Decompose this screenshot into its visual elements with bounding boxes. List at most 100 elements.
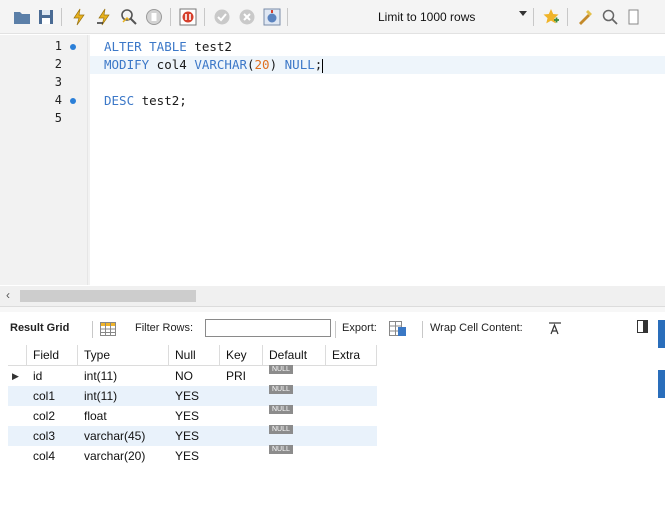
find-icon[interactable] bbox=[601, 8, 619, 26]
line-number: 2 bbox=[54, 57, 62, 71]
column-header[interactable]: Default bbox=[262, 345, 326, 366]
cell-extra[interactable] bbox=[326, 366, 377, 387]
cell-null[interactable]: YES bbox=[169, 406, 220, 426]
side-panel-tab[interactable] bbox=[658, 320, 665, 348]
line-number: 5 bbox=[54, 111, 62, 125]
table-row[interactable]: col1 int(11) YES NULL bbox=[8, 385, 377, 406]
cell-null[interactable]: NO bbox=[169, 366, 220, 387]
grid-header-row: Field Type Null Key Default Extra bbox=[8, 345, 377, 366]
null-badge: NULL bbox=[269, 445, 293, 454]
limit-dropdown-icon[interactable] bbox=[519, 11, 527, 16]
current-row-icon: ▶ bbox=[12, 370, 19, 381]
line-number: 4 bbox=[54, 93, 62, 107]
cell-type[interactable]: float bbox=[78, 406, 169, 426]
column-header[interactable]: Key bbox=[219, 345, 263, 366]
cell-field[interactable]: col3 bbox=[26, 426, 78, 446]
cell-key[interactable] bbox=[219, 386, 263, 406]
sql-keyword: ALTER TABLE bbox=[104, 39, 187, 54]
cell-type[interactable]: varchar(20) bbox=[78, 446, 169, 466]
result-toolbar: Result Grid Filter Rows: Export: Wrap Ce… bbox=[0, 314, 665, 344]
scroll-left-icon[interactable]: ‹ bbox=[6, 288, 10, 302]
cell-extra[interactable] bbox=[326, 446, 377, 466]
line-number: 3 bbox=[54, 75, 62, 89]
table-row[interactable]: ▶ id int(11) NO PRI NULL bbox=[8, 365, 377, 387]
cell-default[interactable]: NULL bbox=[263, 405, 326, 426]
cell-field[interactable]: col4 bbox=[27, 446, 78, 466]
panel-splitter[interactable] bbox=[0, 306, 665, 312]
toggle-stop-on-error-icon[interactable] bbox=[179, 8, 197, 26]
table-row[interactable]: col3 varchar(45) YES NULL bbox=[8, 425, 377, 446]
rollback-icon[interactable] bbox=[238, 8, 256, 26]
cell-extra[interactable] bbox=[325, 426, 377, 446]
cell-field[interactable]: col1 bbox=[26, 386, 78, 406]
sql-semicolon: ; bbox=[314, 57, 323, 72]
side-panel-tab[interactable] bbox=[658, 370, 665, 398]
execute-current-icon[interactable] bbox=[95, 8, 113, 26]
grid-view-icon[interactable] bbox=[100, 322, 116, 336]
text-caret bbox=[322, 58, 324, 73]
toolbar-overflow-icon[interactable] bbox=[627, 8, 639, 26]
cell-key[interactable] bbox=[220, 446, 263, 466]
sql-identifier: test2 bbox=[186, 39, 232, 54]
scroll-thumb[interactable] bbox=[20, 290, 196, 302]
toolbar-separator bbox=[204, 8, 205, 26]
cell-key[interactable] bbox=[219, 426, 263, 446]
cell-type[interactable]: int(11) bbox=[77, 386, 169, 406]
cell-default[interactable]: NULL bbox=[262, 385, 326, 406]
cell-null[interactable]: YES bbox=[168, 386, 220, 406]
commit-icon[interactable] bbox=[213, 8, 231, 26]
cell-key[interactable] bbox=[220, 406, 263, 426]
wrap-toggle-icon[interactable] bbox=[548, 322, 562, 335]
result-grid-tab[interactable]: Result Grid bbox=[10, 322, 69, 334]
cell-type[interactable]: varchar(45) bbox=[77, 426, 169, 446]
sql-keyword: DESC bbox=[104, 93, 135, 108]
autocommit-icon[interactable] bbox=[263, 8, 281, 26]
limit-rows-select[interactable]: Limit to 1000 rows bbox=[378, 9, 514, 26]
cell-key[interactable]: PRI bbox=[220, 366, 263, 387]
column-header[interactable]: Extra bbox=[325, 345, 377, 366]
execute-icon[interactable] bbox=[70, 8, 88, 26]
export-label: Export: bbox=[342, 322, 377, 334]
toolbar-separator bbox=[61, 8, 62, 26]
save-icon[interactable] bbox=[37, 8, 55, 26]
table-row[interactable]: col2 float YES NULL bbox=[8, 405, 377, 426]
beautify-icon[interactable] bbox=[576, 8, 594, 26]
explain-icon[interactable] bbox=[120, 8, 138, 26]
null-badge: NULL bbox=[269, 385, 293, 394]
sql-keyword: VARCHAR bbox=[194, 57, 247, 72]
sql-editor[interactable]: 1 2 3 4 5 ALTER TABLE test2 MODIFY col4 … bbox=[0, 35, 665, 285]
row-marker-header bbox=[8, 345, 27, 366]
statement-marker-icon bbox=[70, 44, 76, 50]
table-row[interactable]: col4 varchar(20) YES NULL bbox=[8, 445, 377, 466]
cell-extra[interactable] bbox=[326, 406, 377, 426]
sql-identifier: test2; bbox=[134, 93, 187, 108]
line-number: 1 bbox=[54, 39, 62, 53]
horizontal-scrollbar[interactable]: ‹ bbox=[0, 286, 665, 306]
code-line-4[interactable]: DESC test2; bbox=[104, 92, 187, 109]
cell-default[interactable]: NULL bbox=[263, 365, 326, 387]
row-marker bbox=[8, 446, 27, 466]
bookmark-icon[interactable] bbox=[542, 8, 560, 26]
cell-field[interactable]: col2 bbox=[27, 406, 78, 426]
filter-rows-input[interactable] bbox=[205, 319, 331, 337]
folder-icon[interactable] bbox=[13, 8, 31, 26]
code-line-1[interactable]: ALTER TABLE test2 bbox=[104, 38, 232, 55]
stop-icon[interactable] bbox=[145, 8, 163, 26]
cell-null[interactable]: YES bbox=[169, 446, 220, 466]
cell-extra[interactable] bbox=[325, 386, 377, 406]
cell-default[interactable]: NULL bbox=[262, 425, 326, 446]
row-marker bbox=[8, 386, 27, 406]
column-header[interactable]: Field bbox=[26, 345, 78, 366]
code-line-2[interactable]: MODIFY col4 VARCHAR(20) NULL; bbox=[104, 56, 324, 73]
cell-type[interactable]: int(11) bbox=[78, 366, 169, 387]
gutter-divider bbox=[87, 35, 88, 285]
null-badge: NULL bbox=[269, 405, 293, 414]
column-header[interactable]: Type bbox=[77, 345, 169, 366]
cell-null[interactable]: YES bbox=[168, 426, 220, 446]
cell-field[interactable]: id bbox=[27, 366, 78, 387]
row-marker bbox=[8, 406, 27, 426]
column-header[interactable]: Null bbox=[168, 345, 220, 366]
export-icon[interactable] bbox=[389, 321, 406, 336]
side-panel-toggle-icon[interactable] bbox=[637, 320, 648, 333]
cell-default[interactable]: NULL bbox=[263, 445, 326, 466]
